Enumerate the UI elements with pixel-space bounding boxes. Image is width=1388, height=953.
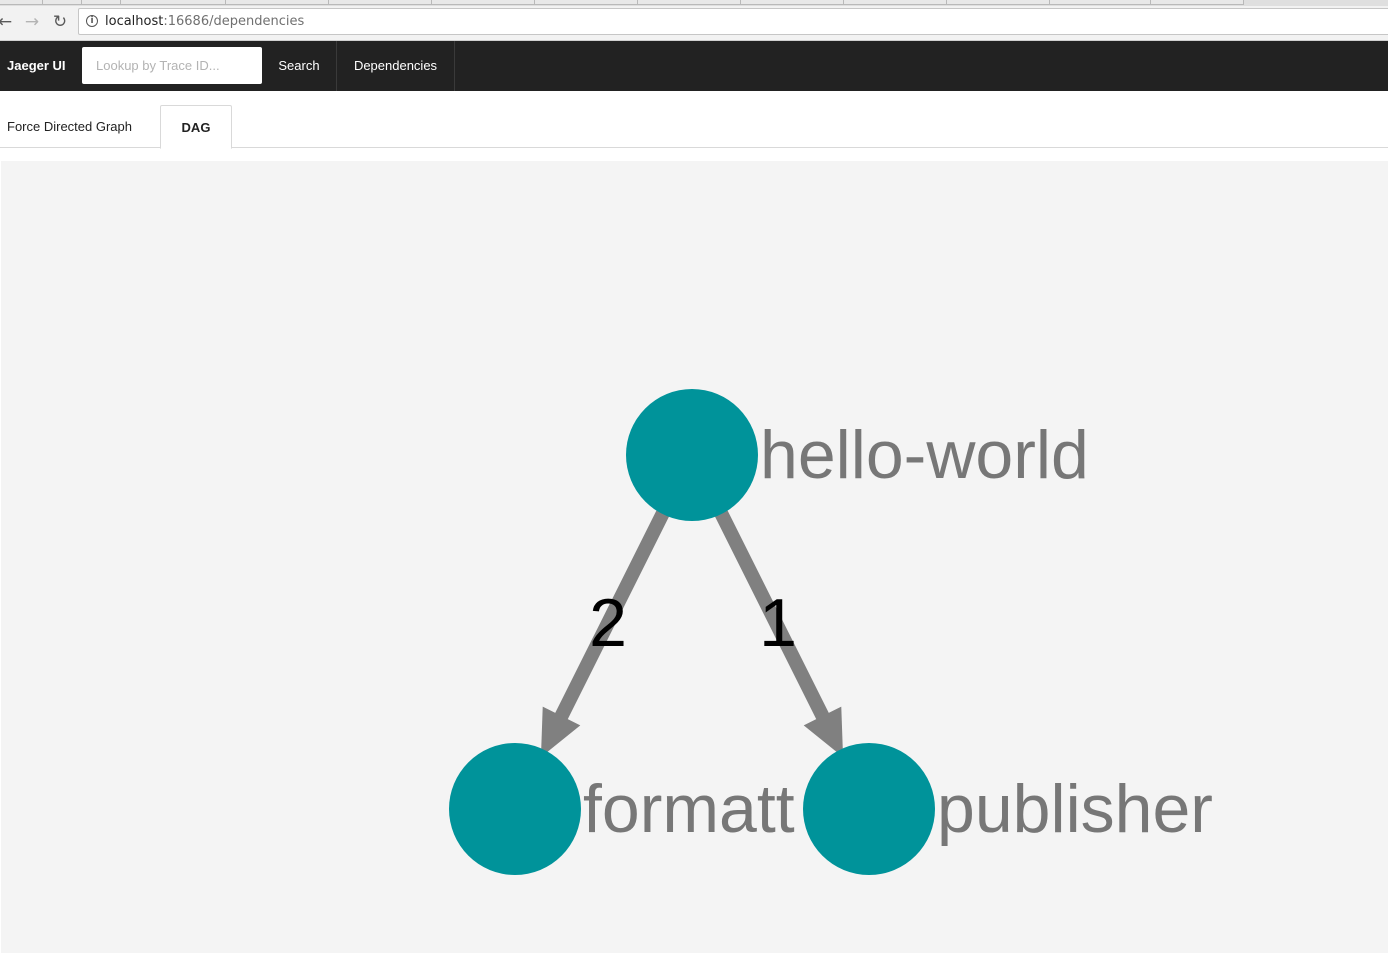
address-bar[interactable]: i localhost:16686/dependencies: [78, 8, 1388, 35]
node-label: formatt: [583, 771, 795, 847]
tab-force-directed-graph[interactable]: Force Directed Graph: [0, 105, 160, 148]
node-circle[interactable]: [626, 389, 758, 521]
nav-search-link[interactable]: Search: [262, 41, 336, 91]
brand-logo[interactable]: Jaeger UI: [7, 58, 66, 73]
node-hello-world[interactable]: [626, 389, 758, 521]
dag-graph-svg: 2 1 hello-world formatt publisher: [449, 389, 1213, 875]
view-tabs: Force Directed Graph DAG: [0, 91, 1388, 149]
forward-arrow-icon[interactable]: →: [21, 11, 43, 33]
url-host: localhost: [105, 14, 164, 29]
info-icon[interactable]: i: [86, 15, 98, 27]
nav-dependencies-link[interactable]: Dependencies: [336, 41, 455, 91]
top-nav-bar: Jaeger UI Search Dependencies: [0, 41, 1388, 91]
url-path: :16686/dependencies: [163, 14, 305, 29]
back-arrow-icon[interactable]: ←: [0, 11, 16, 33]
browser-toolbar: ← → ↻ i localhost:16686/dependencies: [0, 6, 1388, 41]
reload-icon[interactable]: ↻: [49, 11, 71, 33]
node-publisher[interactable]: [803, 743, 935, 875]
node-circle[interactable]: [803, 743, 935, 875]
tab-dag[interactable]: DAG: [160, 105, 232, 149]
edge-hello-world-to-publisher: 1: [711, 503, 844, 758]
dag-graph-canvas[interactable]: 2 1 hello-world formatt publisher: [1, 161, 1388, 953]
trace-id-lookup-input[interactable]: [82, 47, 262, 84]
node-formatter[interactable]: [449, 743, 581, 875]
url-text[interactable]: localhost:16686/dependencies: [105, 14, 304, 29]
node-label: hello-world: [760, 417, 1089, 493]
edge-hello-world-to-formatter: 2: [540, 503, 673, 758]
node-label: publisher: [937, 771, 1213, 847]
node-circle[interactable]: [449, 743, 581, 875]
edge-label: 1: [759, 585, 797, 661]
edge-label: 2: [589, 585, 627, 661]
